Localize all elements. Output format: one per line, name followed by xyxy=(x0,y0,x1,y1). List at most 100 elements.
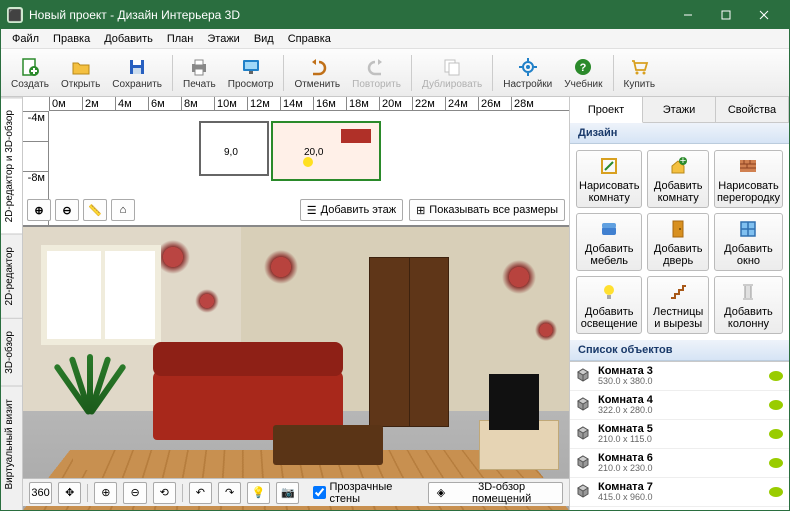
wardrobe-3d xyxy=(369,257,449,427)
toolbar-monitor-button[interactable]: Просмотр xyxy=(222,54,280,92)
add-floor-button[interactable]: ☰Добавить этаж xyxy=(300,199,403,221)
visibility-toggle[interactable] xyxy=(769,400,783,410)
room-2[interactable] xyxy=(271,121,381,181)
right-tab-Этажи[interactable]: Этажи xyxy=(643,97,716,122)
menu-этажи[interactable]: Этажи xyxy=(200,31,246,47)
design-wall-button[interactable]: Нарисовать перегородку xyxy=(714,150,783,208)
side-tab-0[interactable]: 2D-редактор и 3D-обзор xyxy=(1,97,22,234)
camera-button[interactable]: 📷 xyxy=(276,482,299,504)
transparent-walls-checkbox[interactable]: Прозрачные стены xyxy=(313,481,421,505)
menu-справка[interactable]: Справка xyxy=(281,31,338,47)
toolbar-help-button[interactable]: ?Учебник xyxy=(558,54,608,92)
close-button[interactable] xyxy=(745,1,783,29)
toolbar-print-button[interactable]: Печать xyxy=(177,54,222,92)
toolbar-cart-button[interactable]: Купить xyxy=(618,54,662,92)
right-tab-Свойства[interactable]: Свойства xyxy=(716,97,789,122)
add-room-icon: + xyxy=(667,155,689,177)
new-icon xyxy=(19,56,41,78)
stairs-icon xyxy=(667,281,689,303)
show-dimensions-button[interactable]: ⊞Показывать все размеры xyxy=(409,199,565,221)
home-button[interactable]: ⌂ xyxy=(111,199,135,221)
toolbar-new-button[interactable]: Создать xyxy=(5,54,55,92)
room-1-label: 9,0 xyxy=(224,147,238,158)
cube-icon xyxy=(576,455,592,471)
menu-файл[interactable]: Файл xyxy=(5,31,46,47)
menu-план[interactable]: План xyxy=(160,31,201,47)
zoom-in-button[interactable]: ⊕ xyxy=(27,199,51,221)
menu-правка[interactable]: Правка xyxy=(46,31,97,47)
window-icon xyxy=(737,218,759,240)
open-icon xyxy=(70,56,92,78)
design-add-room-button[interactable]: +Добавить комнату xyxy=(647,150,709,208)
visibility-toggle[interactable] xyxy=(769,458,783,468)
table-3d xyxy=(273,425,383,465)
layers-icon: ☰ xyxy=(307,204,317,217)
tv-3d xyxy=(489,374,539,430)
visibility-toggle[interactable] xyxy=(769,371,783,381)
column-icon xyxy=(737,281,759,303)
save-icon xyxy=(126,56,148,78)
design-door-button[interactable]: Добавить дверь xyxy=(647,213,709,271)
object-item[interactable]: Комната 3530.0 x 380.0 xyxy=(570,362,789,391)
undo-icon xyxy=(306,56,328,78)
toolbar-copy-button: Дублировать xyxy=(416,54,488,92)
redo-icon xyxy=(366,56,388,78)
side-tab-3[interactable]: Виртуальный визит xyxy=(1,386,22,502)
svg-text:?: ? xyxy=(580,62,587,74)
cube-icon xyxy=(576,484,592,500)
furniture-marker xyxy=(341,129,371,143)
zoom-out-button[interactable]: ⊖ xyxy=(55,199,79,221)
rotate360-button[interactable]: 360 xyxy=(29,482,52,504)
monitor-icon xyxy=(240,56,262,78)
zoom-out-3d-button[interactable]: ⊖ xyxy=(123,482,146,504)
furniture-icon xyxy=(598,218,620,240)
reset-view-button[interactable]: ⟲ xyxy=(153,482,176,504)
toolbar-redo-button: Повторить xyxy=(346,54,407,92)
light-toggle-button[interactable]: 💡 xyxy=(247,482,270,504)
design-light-button[interactable]: Добавить освещение xyxy=(576,276,642,334)
maximize-button[interactable] xyxy=(707,1,745,29)
minimize-button[interactable] xyxy=(669,1,707,29)
copy-icon xyxy=(441,56,463,78)
design-stairs-button[interactable]: Лестницы и вырезы xyxy=(647,276,709,334)
object-item[interactable]: Комната 4322.0 x 280.0 xyxy=(570,391,789,420)
object-item[interactable]: Комната 6210.0 x 230.0 xyxy=(570,449,789,478)
objects-section-header: Список объектов xyxy=(570,340,789,361)
design-furniture-button[interactable]: Добавить мебель xyxy=(576,213,642,271)
object-item[interactable]: Комната 7415.0 x 960.0 xyxy=(570,478,789,507)
rotate-right-button[interactable]: ↷ xyxy=(218,482,241,504)
side-tab-1[interactable]: 2D-редактор xyxy=(1,234,22,318)
3d-viewport[interactable]: 360 ✥ ⊕ ⊖ ⟲ ↶ ↷ 💡 📷 Прозрачные стены ◈3D… xyxy=(23,227,569,510)
design-window-button[interactable]: Добавить окно xyxy=(714,213,783,271)
side-tab-2[interactable]: 3D-обзор xyxy=(1,318,22,386)
3d-overview-button[interactable]: ◈3D-обзор помещений xyxy=(428,482,563,504)
draw-room-icon xyxy=(598,155,620,177)
door-icon xyxy=(667,218,689,240)
menu-добавить[interactable]: Добавить xyxy=(97,31,160,47)
toolbar-save-button[interactable]: Сохранить xyxy=(106,54,168,92)
design-column-button[interactable]: Добавить колонну xyxy=(714,276,783,334)
visibility-toggle[interactable] xyxy=(769,429,783,439)
dimensions-icon: ⊞ xyxy=(416,204,425,217)
design-section-header: Дизайн xyxy=(570,123,789,144)
menu-вид[interactable]: Вид xyxy=(247,31,281,47)
plant-3d xyxy=(73,450,105,470)
help-icon: ? xyxy=(572,56,594,78)
cube-icon xyxy=(576,368,592,384)
room-2-label: 20,0 xyxy=(304,147,323,158)
design-draw-room-button[interactable]: Нарисовать комнату xyxy=(576,150,642,208)
cube-icon xyxy=(576,426,592,442)
object-item[interactable]: Газовая плита xyxy=(570,507,789,510)
toolbar-gear-button[interactable]: Настройки xyxy=(497,54,558,92)
toolbar-undo-button[interactable]: Отменить xyxy=(288,54,346,92)
toolbar-open-button[interactable]: Открыть xyxy=(55,54,106,92)
gear-icon xyxy=(517,56,539,78)
ruler-button[interactable]: 📏 xyxy=(83,199,107,221)
object-item[interactable]: Комната 5210.0 x 115.0 xyxy=(570,420,789,449)
pan-button[interactable]: ✥ xyxy=(58,482,81,504)
right-tab-Проект[interactable]: Проект xyxy=(570,97,643,123)
visibility-toggle[interactable] xyxy=(769,487,783,497)
zoom-in-3d-button[interactable]: ⊕ xyxy=(94,482,117,504)
wall-icon xyxy=(737,155,759,177)
rotate-left-button[interactable]: ↶ xyxy=(189,482,212,504)
